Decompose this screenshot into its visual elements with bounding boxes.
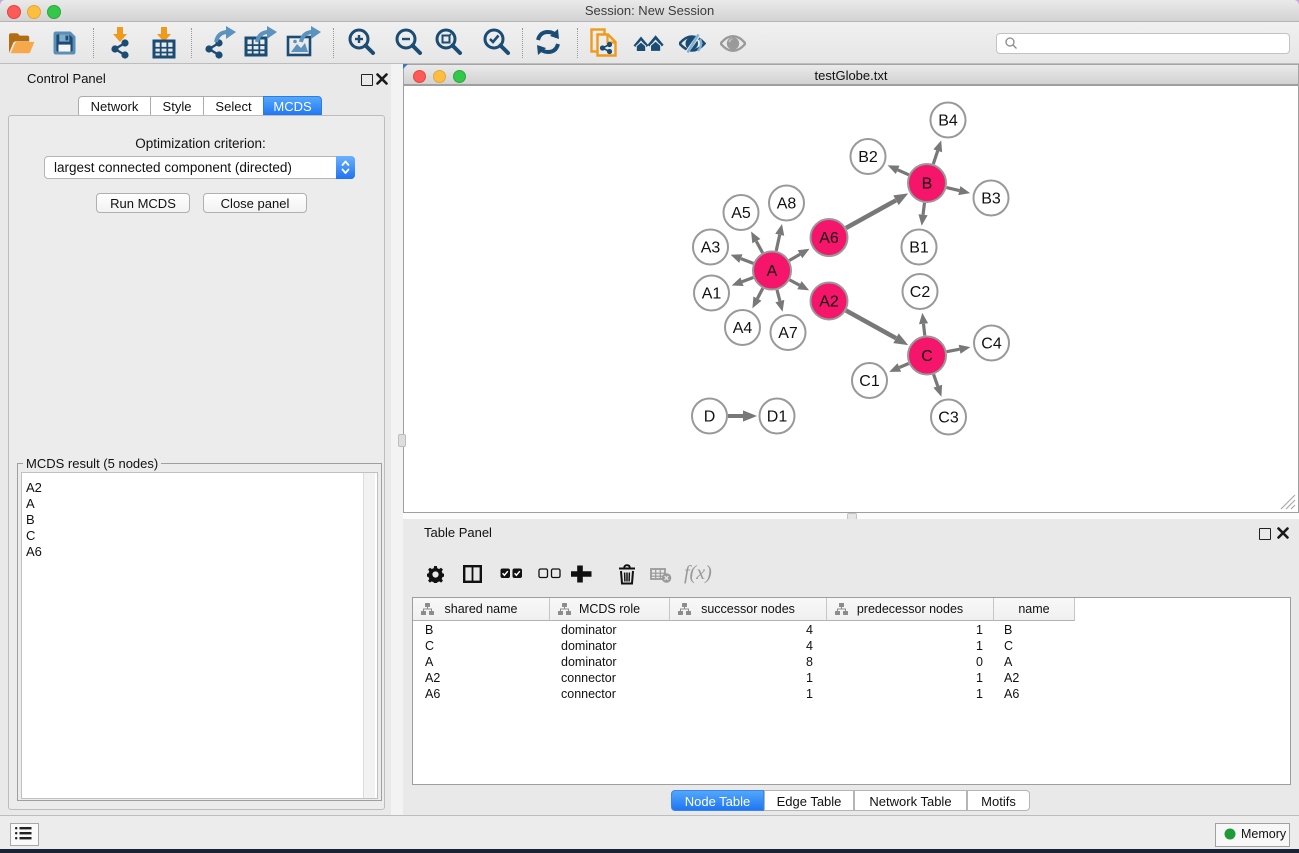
svg-text:A6: A6 xyxy=(819,230,839,247)
svg-text:A: A xyxy=(767,263,778,280)
svg-text:A1: A1 xyxy=(702,286,722,303)
svg-text:C1: C1 xyxy=(859,373,880,390)
svg-text:A5: A5 xyxy=(731,205,751,222)
svg-text:C: C xyxy=(921,348,933,365)
svg-text:C4: C4 xyxy=(981,336,1002,353)
svg-text:A3: A3 xyxy=(701,240,721,257)
svg-text:B4: B4 xyxy=(938,113,958,130)
svg-text:C2: C2 xyxy=(910,284,931,301)
svg-text:A4: A4 xyxy=(733,320,753,337)
svg-text:D1: D1 xyxy=(767,409,788,426)
svg-text:D: D xyxy=(704,409,716,426)
svg-text:A2: A2 xyxy=(819,294,839,311)
svg-text:B3: B3 xyxy=(981,191,1001,208)
svg-text:B1: B1 xyxy=(909,240,929,257)
svg-text:A8: A8 xyxy=(777,196,797,213)
svg-text:A7: A7 xyxy=(778,325,798,342)
svg-text:B2: B2 xyxy=(858,149,878,166)
svg-text:B: B xyxy=(922,176,933,193)
svg-text:C3: C3 xyxy=(938,410,959,427)
